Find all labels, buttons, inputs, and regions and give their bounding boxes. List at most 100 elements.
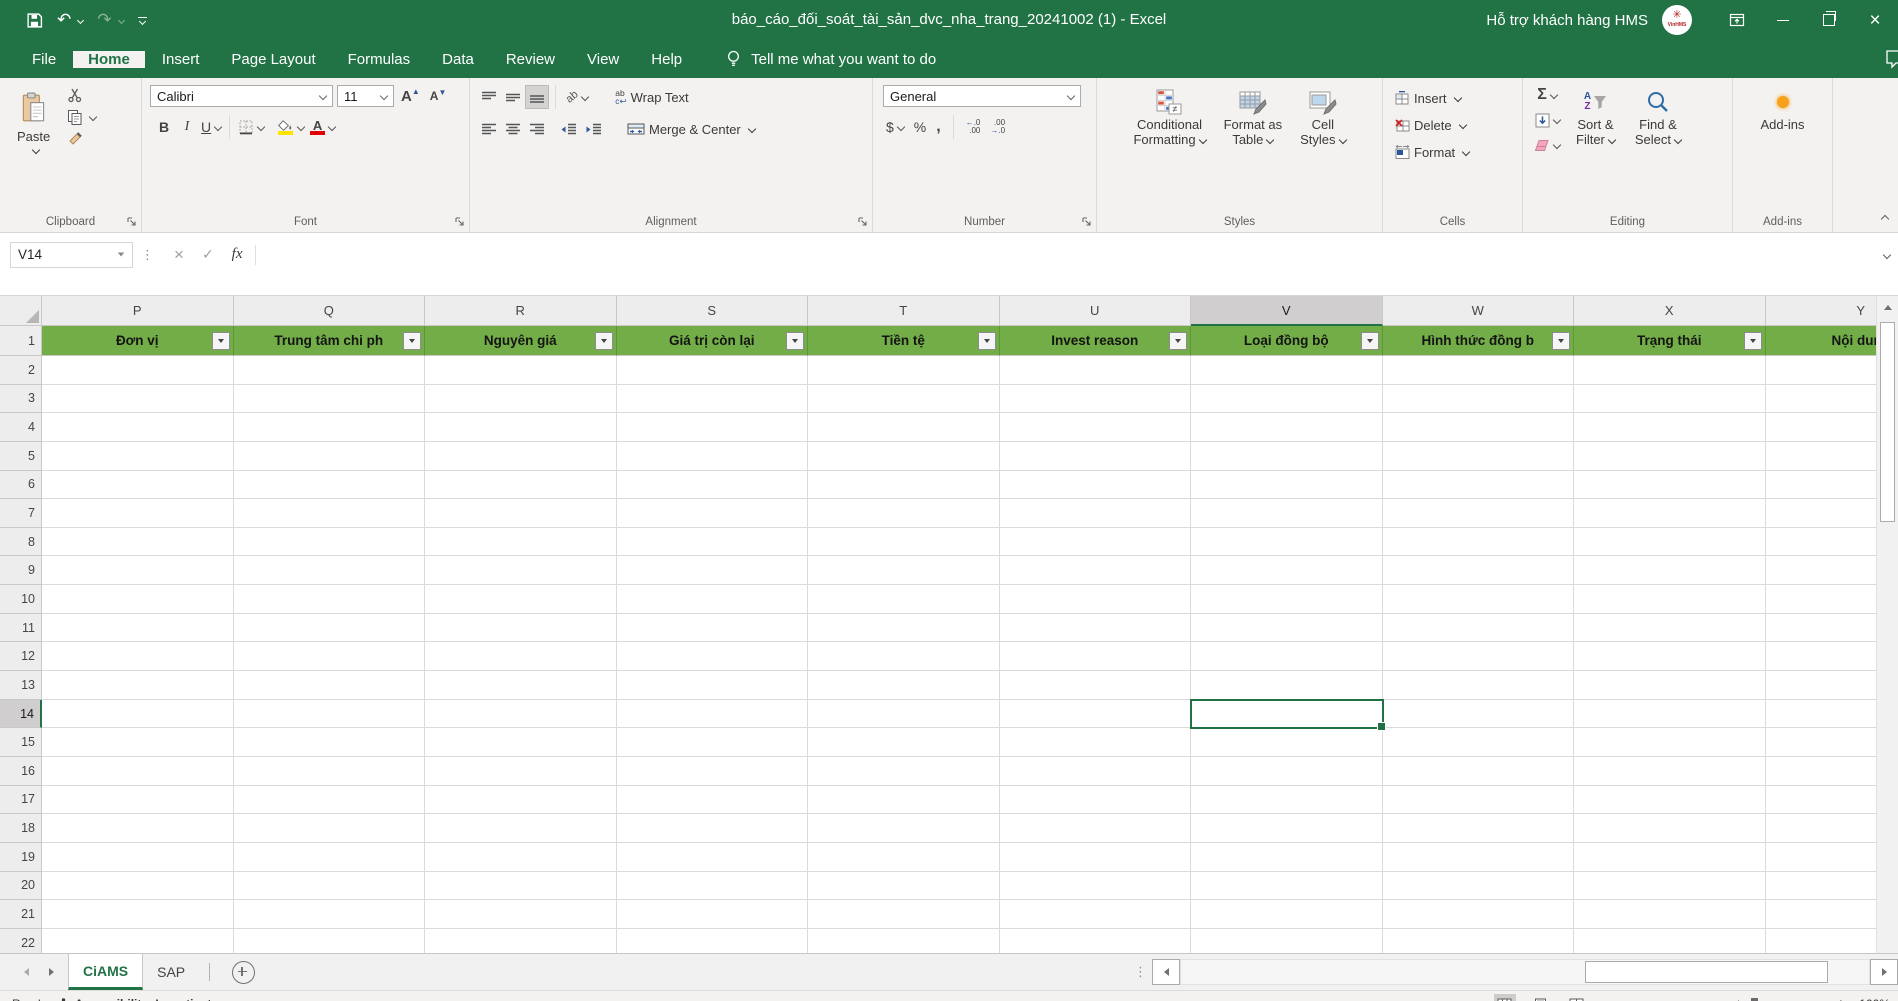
cell-V10[interactable] [1191, 585, 1383, 614]
sheet-tab-sap[interactable]: SAP [143, 954, 199, 990]
cell-R17[interactable] [425, 786, 617, 815]
cell-S17[interactable] [617, 786, 809, 815]
paste-dropdown-icon[interactable] [31, 146, 39, 154]
cell-S11[interactable] [617, 614, 809, 643]
cell-U16[interactable] [1000, 757, 1192, 786]
horizontal-scrollbar-thumb[interactable] [1585, 961, 1828, 983]
cell-P17[interactable] [42, 786, 234, 815]
clear-button[interactable] [1531, 135, 1563, 155]
redo-dropdown-icon[interactable] [117, 16, 124, 23]
cell-Q19[interactable] [234, 843, 426, 872]
cell-Y5[interactable] [1766, 442, 1877, 471]
cell-S4[interactable] [617, 413, 809, 442]
cell-U12[interactable] [1000, 642, 1192, 671]
row-header-8[interactable]: 8 [0, 528, 42, 557]
filter-button-Q[interactable] [403, 332, 421, 350]
cell-T9[interactable] [808, 556, 1000, 585]
cell-T14[interactable] [808, 700, 1000, 729]
row-header-22[interactable]: 22 [0, 929, 42, 953]
cell-S3[interactable] [617, 385, 809, 414]
cell-U22[interactable] [1000, 929, 1192, 953]
column-header-Q[interactable]: Q [234, 296, 426, 326]
cell-T10[interactable] [808, 585, 1000, 614]
cell-S19[interactable] [617, 843, 809, 872]
cell-P19[interactable] [42, 843, 234, 872]
cell-Y19[interactable] [1766, 843, 1877, 872]
bottom-align-icon[interactable] [526, 86, 548, 108]
cell-U3[interactable] [1000, 385, 1192, 414]
ribbon-display-options-button[interactable] [1714, 0, 1760, 40]
cell-X8[interactable] [1574, 528, 1766, 557]
cell-U15[interactable] [1000, 728, 1192, 757]
copy-dropdown-icon[interactable] [89, 113, 97, 121]
cell-P4[interactable] [42, 413, 234, 442]
header-cell-U1[interactable]: Invest reason [1000, 326, 1192, 356]
cell-S21[interactable] [617, 900, 809, 929]
page-break-view-button[interactable] [1566, 994, 1588, 1001]
cell-P6[interactable] [42, 471, 234, 500]
cell-X5[interactable] [1574, 442, 1766, 471]
formula-bar-handle-icon[interactable]: ⋮ [141, 247, 154, 263]
customize-quick-access-button[interactable] [138, 17, 147, 24]
cell-S6[interactable] [617, 471, 809, 500]
column-header-V[interactable]: V [1191, 296, 1383, 326]
comma-style-icon[interactable]: , [933, 116, 943, 138]
cell-W6[interactable] [1383, 471, 1575, 500]
column-header-S[interactable]: S [617, 296, 809, 326]
cell-Y22[interactable] [1766, 929, 1877, 953]
cell-X10[interactable] [1574, 585, 1766, 614]
restore-button[interactable] [1806, 0, 1852, 40]
cell-V22[interactable] [1191, 929, 1383, 953]
filter-button-S[interactable] [786, 332, 804, 350]
collapse-ribbon-icon[interactable] [1881, 215, 1889, 223]
cell-U13[interactable] [1000, 671, 1192, 700]
cell-Y8[interactable] [1766, 528, 1877, 557]
borders-button[interactable] [235, 116, 267, 138]
cell-T13[interactable] [808, 671, 1000, 700]
cell-V11[interactable] [1191, 614, 1383, 643]
cell-X13[interactable] [1574, 671, 1766, 700]
cell-R11[interactable] [425, 614, 617, 643]
column-header-W[interactable]: W [1383, 296, 1575, 326]
cell-R8[interactable] [425, 528, 617, 557]
align-left-icon[interactable] [478, 118, 500, 140]
filter-button-P[interactable] [212, 332, 230, 350]
cell-W20[interactable] [1383, 872, 1575, 901]
zoom-level[interactable]: 100% [1859, 997, 1890, 1001]
cell-P12[interactable] [42, 642, 234, 671]
fill-color-dropdown-icon[interactable] [297, 123, 305, 131]
name-box[interactable]: V14 [10, 242, 133, 268]
row-header-9[interactable]: 9 [0, 556, 42, 585]
undo-dropdown-icon[interactable] [77, 16, 84, 23]
cell-T16[interactable] [808, 757, 1000, 786]
row-header-17[interactable]: 17 [0, 786, 42, 815]
cell-S8[interactable] [617, 528, 809, 557]
cell-Q17[interactable] [234, 786, 426, 815]
conditional-formatting-button[interactable]: ≠ Conditional Formatting [1126, 85, 1212, 147]
select-all-corner[interactable] [0, 296, 42, 326]
cell-P3[interactable] [42, 385, 234, 414]
cell-Q21[interactable] [234, 900, 426, 929]
accounting-dropdown-icon[interactable] [897, 123, 905, 131]
cell-V21[interactable] [1191, 900, 1383, 929]
cell-V2[interactable] [1191, 356, 1383, 385]
sheet-nav-left-icon[interactable] [24, 968, 29, 976]
cell-S2[interactable] [617, 356, 809, 385]
cell-V20[interactable] [1191, 872, 1383, 901]
italic-button[interactable]: I [176, 116, 198, 138]
cell-R4[interactable] [425, 413, 617, 442]
name-box-dropdown-icon[interactable] [118, 253, 124, 257]
cell-U5[interactable] [1000, 442, 1192, 471]
delete-cells-button[interactable]: Delete [1395, 114, 1522, 136]
cell-V14[interactable] [1191, 700, 1383, 729]
cell-T18[interactable] [808, 814, 1000, 843]
cell-W16[interactable] [1383, 757, 1575, 786]
header-cell-X1[interactable]: Trạng thái [1574, 326, 1766, 356]
cell-T4[interactable] [808, 413, 1000, 442]
cell-Y9[interactable] [1766, 556, 1877, 585]
cell-T20[interactable] [808, 872, 1000, 901]
horizontal-scrollbar-track[interactable] [1180, 959, 1870, 985]
header-cell-Q1[interactable]: Trung tâm chi ph [234, 326, 426, 356]
cell-Q7[interactable] [234, 499, 426, 528]
orientation-dropdown-icon[interactable] [581, 93, 589, 101]
